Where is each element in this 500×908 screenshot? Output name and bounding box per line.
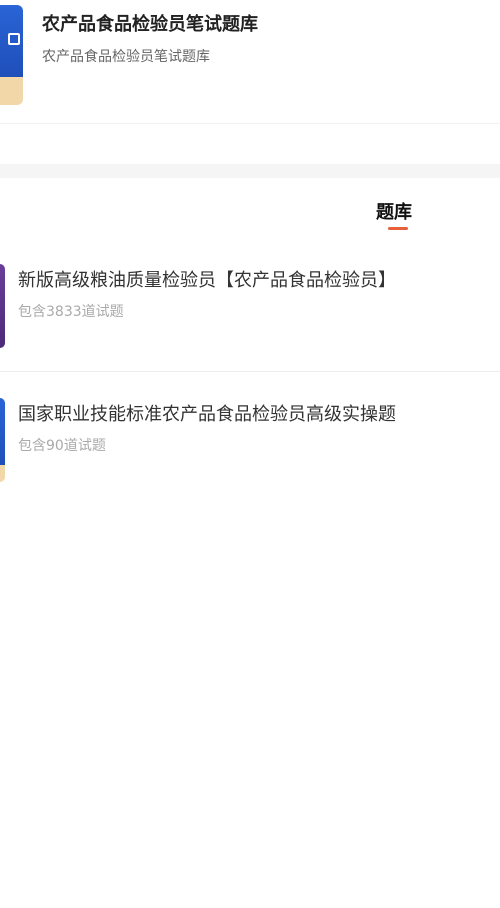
item-title: 新版高级粮油质量检验员【农产品食品检验员】 xyxy=(18,270,396,291)
list-item[interactable]: 新版高级粮油质量检验员【农产品食品检验员】 包含3833道试题 xyxy=(0,238,500,372)
page-subtitle: 农产品食品检验员笔试题库 xyxy=(42,49,210,65)
item-count: 包含90道试题 xyxy=(18,438,106,454)
header-cover-image xyxy=(0,5,23,105)
tab-bar: 题库 xyxy=(0,178,500,238)
list-item[interactable]: 国家职业技能标准农产品食品检验员高级实操题 包含90道试题 xyxy=(0,372,500,506)
cart-icon xyxy=(8,33,20,45)
page-title: 农产品食品检验员笔试题库 xyxy=(42,14,258,35)
item-cover-image xyxy=(0,264,5,348)
tab-active-indicator xyxy=(388,227,408,230)
item-count: 包含3833道试题 xyxy=(18,304,124,320)
tab-question-bank[interactable]: 题库 xyxy=(376,198,412,224)
item-title: 国家职业技能标准农产品食品检验员高级实操题 xyxy=(18,404,396,425)
section-divider xyxy=(0,164,500,178)
item-cover-image xyxy=(0,398,5,482)
question-bank-list: 新版高级粮油质量检验员【农产品食品检验员】 包含3833道试题 国家职业技能标准… xyxy=(0,238,500,506)
header: 农产品食品检验员笔试题库 农产品食品检验员笔试题库 xyxy=(0,0,500,124)
page: 农产品食品检验员笔试题库 农产品食品检验员笔试题库 题库 新版高级粮油质量检验员… xyxy=(0,0,500,908)
